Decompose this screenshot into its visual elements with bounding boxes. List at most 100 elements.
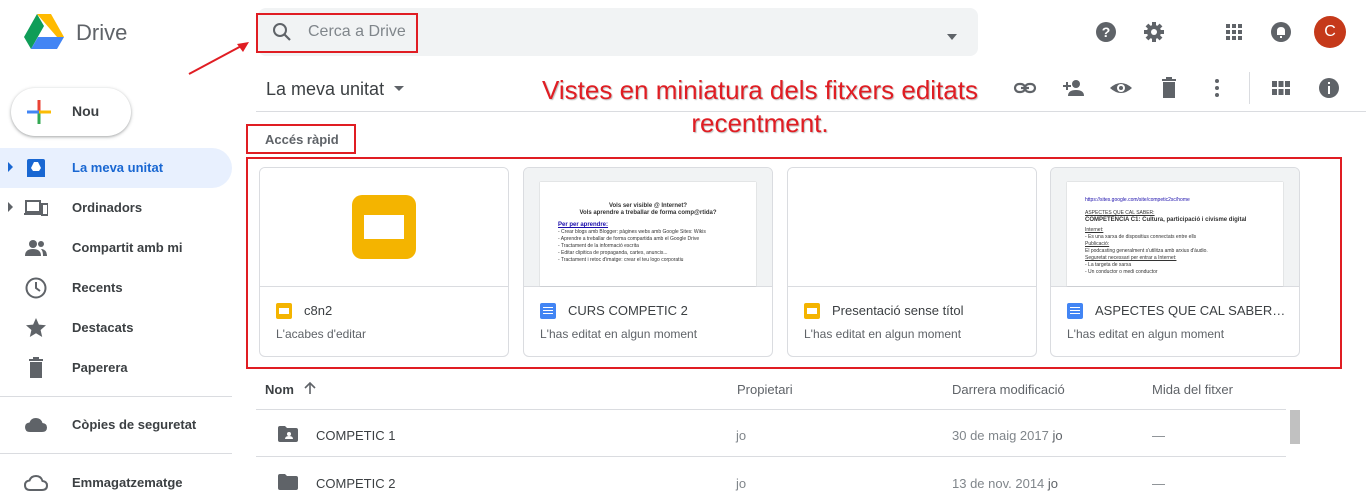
shared-folder-icon: [278, 426, 298, 442]
sidebar-item-label: Còpies de seguretat: [72, 417, 197, 432]
sidebar-divider: [0, 396, 232, 397]
computers-icon: [24, 196, 49, 220]
file-owner: jo: [736, 428, 747, 443]
column-header-name[interactable]: Nom: [265, 382, 294, 397]
annotation-line-1: Vistes en miniatura dels fitxers editats: [542, 75, 978, 105]
preview-line: Seguretat necessari per entrar a Interne…: [1085, 255, 1177, 261]
card-title: ASPECTES QUE CAL SABER P...: [1095, 303, 1287, 318]
sidebar-item-shared[interactable]: Compartit amb mi: [0, 228, 232, 268]
quick-access-card[interactable]: https://sites.google.com/site/competic2s…: [1050, 167, 1300, 357]
share-add-person-icon[interactable]: [1061, 76, 1085, 100]
row-divider: [256, 409, 1286, 410]
sidebar-item-label: Emmagatzematge: [72, 475, 183, 490]
preview-line: Internet:: [1085, 227, 1104, 233]
preview-line: COMPETÈNCIA C1: Cultura, participació i …: [1085, 217, 1247, 223]
grid-view-icon[interactable]: [1269, 76, 1293, 100]
modified-by: jo: [1047, 476, 1059, 491]
file-size: —: [1152, 428, 1165, 443]
modified-by: jo: [1052, 428, 1063, 443]
clock-icon: [24, 276, 48, 300]
file-owner: jo: [736, 476, 747, 491]
preview-line: - La targeta de xarxa: [1085, 262, 1132, 268]
preview-line: https://sites.google.com/site/competic2s…: [1085, 197, 1190, 203]
slides-icon: [276, 303, 292, 319]
apps-grid-icon[interactable]: [1222, 20, 1246, 44]
file-modified: 30 de maig 2017 jo: [952, 428, 1063, 443]
quick-access-card[interactable]: c8n2 L'acabes d'editar: [259, 167, 509, 357]
list-scrollbar[interactable]: [1290, 410, 1300, 444]
docs-icon: [1067, 303, 1083, 319]
new-button[interactable]: Nou: [11, 88, 131, 136]
sort-ascending-arrow-icon[interactable]: [303, 381, 317, 400]
cloud-icon: [24, 413, 48, 437]
sidebar-item-label: Paperera: [72, 360, 128, 375]
sidebar-item-storage[interactable]: Emmagatzematge: [0, 463, 232, 500]
sidebar-item-my-drive[interactable]: La meva unitat: [0, 148, 232, 188]
quick-access-card[interactable]: Vols ser visible @ Internet? Vols aprend…: [523, 167, 773, 357]
preview-line: El podcasting generalment s'utilitza amb…: [1085, 248, 1208, 254]
row-divider: [256, 456, 1286, 457]
expand-arrow-icon[interactable]: [8, 162, 13, 172]
current-folder-title[interactable]: La meva unitat: [266, 79, 384, 100]
svg-text:?: ?: [1102, 24, 1111, 40]
card-thumbnail: [260, 168, 508, 287]
delete-trash-icon[interactable]: [1157, 76, 1181, 100]
drive-logo-icon[interactable]: [24, 14, 64, 50]
card-thumbnail: Vols ser visible @ Internet? Vols aprend…: [524, 168, 772, 287]
folder-menu-chevron-down-icon[interactable]: [394, 86, 404, 91]
search-highlight-box: [256, 13, 418, 53]
slides-icon: [804, 303, 820, 319]
column-header-owner[interactable]: Propietari: [737, 382, 793, 397]
sidebar-item-recent[interactable]: Recents: [0, 268, 232, 308]
quick-access-label-highlight-box: [246, 124, 356, 154]
star-icon: [24, 316, 48, 340]
preview-line: - Crear blogs amb Blogger: pàgines webs …: [558, 229, 706, 235]
sidebar-item-backups[interactable]: Còpies de seguretat: [0, 405, 232, 445]
sidebar-item-trash[interactable]: Paperera: [0, 348, 232, 388]
file-modified: 13 de nov. 2014 jo: [952, 476, 1058, 491]
preview-line: Vols aprendre a treballar de forma comp@…: [579, 210, 717, 216]
preview-line: Vols ser visible @ Internet?: [608, 203, 688, 209]
file-name: COMPETIC 1: [316, 428, 396, 443]
document-preview: https://sites.google.com/site/competic2s…: [1067, 182, 1283, 286]
app-name[interactable]: Drive: [76, 20, 127, 46]
toolbar-separator: [1249, 72, 1250, 104]
annotation-arrow-icon: [188, 42, 249, 75]
sidebar-item-label: Ordinadors: [72, 200, 143, 215]
document-preview: Vols ser visible @ Internet? Vols aprend…: [540, 182, 756, 286]
expand-arrow-icon[interactable]: [8, 202, 13, 212]
account-avatar[interactable]: C: [1314, 16, 1346, 48]
card-title: c8n2: [304, 303, 333, 318]
sidebar-item-starred[interactable]: Destacats: [0, 308, 232, 348]
modified-date: 13 de nov. 2014: [952, 476, 1045, 491]
annotation-line-2: recentment.: [691, 108, 829, 138]
folder-icon: [278, 474, 298, 490]
column-header-size[interactable]: Mida del fitxer: [1152, 382, 1233, 397]
column-header-modified[interactable]: Darrera modificació: [952, 382, 1065, 397]
sidebar-divider: [0, 453, 232, 454]
card-thumbnail: [788, 168, 1036, 287]
slides-file-icon: [352, 195, 416, 259]
annotation-text: Vistes en miniatura dels fitxers editats…: [520, 74, 1000, 140]
quick-access-card[interactable]: Presentació sense títol L'has editat en …: [787, 167, 1037, 357]
card-subtitle: L'has editat en algun moment: [804, 327, 962, 341]
notifications-bell-icon[interactable]: [1269, 20, 1293, 44]
preview-line: - Tractament i retoc d'imatge: crear el …: [558, 257, 684, 263]
preview-line: - Tractament de la informació escrita: [558, 243, 639, 249]
search-options-icon[interactable]: [946, 28, 958, 46]
sidebar-item-label: La meva unitat: [72, 160, 164, 175]
sidebar-item-computers[interactable]: Ordinadors: [0, 188, 232, 228]
more-options-vertical-icon[interactable]: [1205, 76, 1229, 100]
docs-icon: [540, 303, 556, 319]
preview-eye-icon[interactable]: [1109, 76, 1133, 100]
get-link-icon[interactable]: [1013, 76, 1037, 100]
trash-icon: [24, 356, 48, 380]
sidebar-item-label: Compartit amb mi: [72, 240, 183, 255]
preview-line: ASPECTES QUE CAL SABER:: [1085, 210, 1155, 216]
plus-icon: [27, 100, 51, 129]
info-icon[interactable]: [1317, 76, 1341, 100]
sidebar-item-label: Destacats: [72, 320, 134, 335]
card-subtitle: L'acabes d'editar: [276, 327, 366, 341]
settings-gear-icon[interactable]: [1142, 20, 1166, 44]
help-icon[interactable]: ?: [1094, 20, 1118, 44]
